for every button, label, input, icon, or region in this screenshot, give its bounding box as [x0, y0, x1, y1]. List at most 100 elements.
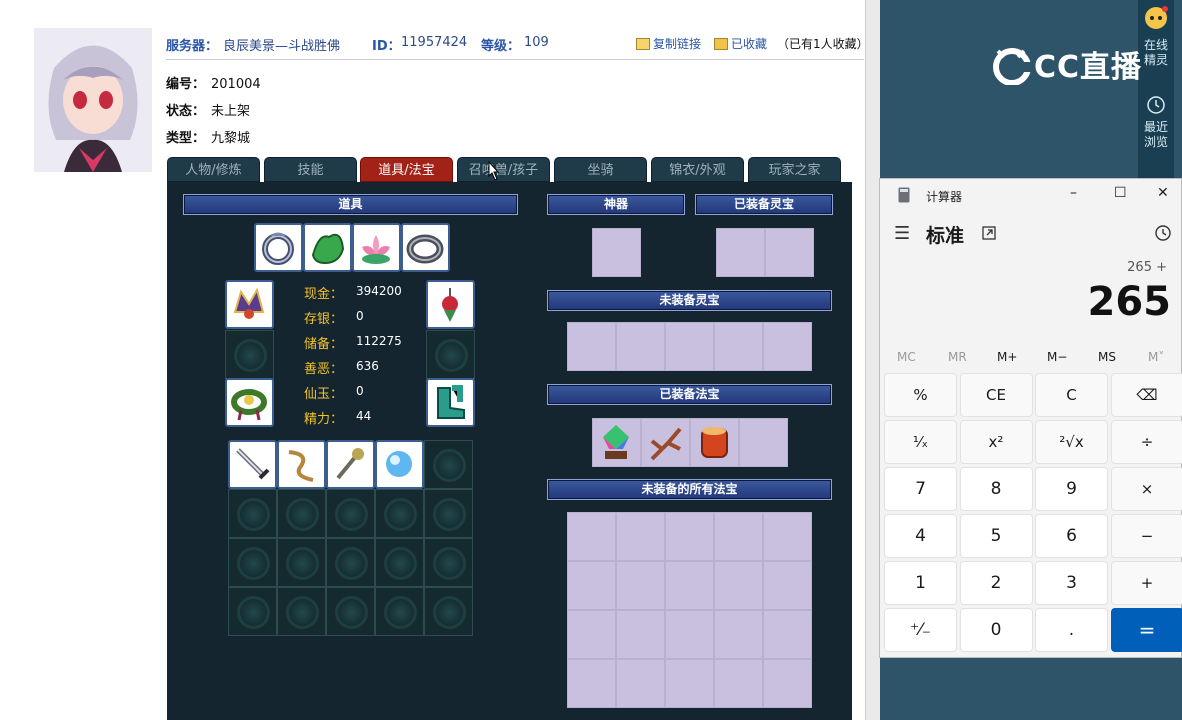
inventory-slot-empty[interactable] — [277, 587, 326, 636]
unequipped-fabao-slot[interactable] — [714, 659, 763, 708]
plus-button[interactable]: + — [1110, 561, 1182, 605]
inventory-slot-empty[interactable] — [424, 538, 473, 587]
equals-button[interactable]: = — [1110, 608, 1182, 652]
unequipped-fabao-slot[interactable] — [567, 512, 616, 561]
unequipped-fabao-slot[interactable] — [567, 659, 616, 708]
keep-on-top-icon[interactable] — [982, 226, 996, 240]
inventory-slot-empty[interactable] — [228, 538, 277, 587]
close-button[interactable]: ✕ — [1157, 185, 1169, 201]
unequipped-fabao-slot[interactable] — [616, 659, 665, 708]
unequipped-fabao-slot[interactable] — [714, 561, 763, 610]
inventory-slot-whip[interactable] — [277, 440, 326, 489]
divide-button[interactable]: ÷ — [1110, 420, 1182, 464]
digit-5-button[interactable]: 5 — [959, 514, 1033, 558]
inventory-slot-empty[interactable] — [375, 489, 424, 538]
unequipped-spirit-slot[interactable] — [567, 322, 616, 371]
inventory-slot-empty[interactable] — [326, 538, 375, 587]
inventory-slot-empty[interactable] — [424, 489, 473, 538]
clear-button[interactable]: C — [1035, 373, 1108, 417]
digit-0-button[interactable]: 0 — [959, 608, 1033, 652]
digit-4-button[interactable]: 4 — [884, 514, 957, 558]
unequipped-fabao-slot[interactable] — [714, 610, 763, 659]
tab-outfits[interactable]: 锦衣/外观 — [651, 157, 744, 182]
inventory-slot-mace[interactable] — [326, 440, 375, 489]
inventory-slot-empty[interactable] — [375, 538, 424, 587]
inventory-slot-empty[interactable] — [375, 587, 424, 636]
tab-pets-children[interactable]: 召唤兽/孩子 — [457, 157, 550, 182]
fabao-slot-crystal[interactable] — [592, 418, 641, 467]
inventory-slot-empty[interactable] — [277, 489, 326, 538]
equipped-spirit-slot-1[interactable] — [716, 228, 765, 277]
digit-1-button[interactable]: 1 — [884, 561, 957, 605]
digit-6-button[interactable]: 6 — [1035, 514, 1108, 558]
reciprocal-button[interactable]: ¹⁄ₓ — [884, 420, 957, 464]
decimal-button[interactable]: . — [1035, 608, 1108, 652]
favorite-button[interactable]: 已收藏 — [714, 35, 767, 52]
unequipped-fabao-slot[interactable] — [763, 659, 812, 708]
equip-slot-necklace[interactable] — [426, 280, 475, 329]
equip-slot-lotus[interactable] — [352, 223, 401, 272]
fabao-slot-branch[interactable] — [641, 418, 690, 467]
unequipped-spirit-slot[interactable] — [763, 322, 812, 371]
unequipped-spirit-slot[interactable] — [714, 322, 763, 371]
fabao-slot-empty[interactable] — [739, 418, 788, 467]
unequipped-spirit-slot[interactable] — [616, 322, 665, 371]
online-helper-button[interactable]: 在线精灵 — [1139, 4, 1173, 68]
memory-subtract-button[interactable]: M− — [1047, 350, 1067, 364]
menu-hamburger-icon[interactable]: ☰ — [894, 223, 910, 244]
percent-button[interactable]: % — [884, 373, 957, 417]
digit-9-button[interactable]: 9 — [1035, 467, 1108, 511]
equip-slot-helmet[interactable] — [225, 280, 274, 329]
equipped-spirit-slot-2[interactable] — [765, 228, 814, 277]
inventory-slot-empty[interactable] — [326, 489, 375, 538]
tab-player-home[interactable]: 玩家之家 — [748, 157, 841, 182]
minimize-button[interactable]: – — [1070, 185, 1077, 201]
square-root-button[interactable]: ²√x — [1035, 420, 1108, 464]
tab-mounts[interactable]: 坐骑 — [554, 157, 647, 182]
unequipped-fabao-slot[interactable] — [714, 512, 763, 561]
equip-slot-ring-3[interactable] — [401, 223, 450, 272]
unequipped-fabao-slot[interactable] — [763, 561, 812, 610]
minus-button[interactable]: − — [1110, 514, 1182, 558]
unequipped-fabao-slot[interactable] — [665, 659, 714, 708]
memory-list-button[interactable]: M˅ — [1148, 350, 1164, 364]
unequipped-fabao-slot[interactable] — [665, 561, 714, 610]
inventory-slot-dagger[interactable] — [228, 440, 277, 489]
artifact-slot[interactable] — [592, 228, 641, 277]
equip-slot-belt[interactable] — [225, 378, 274, 427]
unequipped-fabao-slot[interactable] — [665, 610, 714, 659]
unequipped-fabao-slot[interactable] — [567, 610, 616, 659]
backspace-button[interactable]: ⌫ — [1110, 373, 1182, 417]
memory-store-button[interactable]: MS — [1098, 350, 1116, 364]
page-scrollbar[interactable] — [865, 0, 880, 720]
memory-clear-button[interactable]: MC — [897, 350, 916, 364]
clear-entry-button[interactable]: CE — [959, 373, 1033, 417]
inventory-slot-empty[interactable] — [228, 587, 277, 636]
inventory-slot-empty[interactable] — [228, 489, 277, 538]
square-button[interactable]: x² — [959, 420, 1033, 464]
inventory-slot-empty[interactable] — [424, 440, 473, 489]
inventory-slot-empty[interactable] — [277, 538, 326, 587]
digit-7-button[interactable]: 7 — [884, 467, 957, 511]
negate-button[interactable]: ⁺⁄₋ — [884, 608, 957, 652]
equip-slot-empty-2[interactable] — [426, 330, 475, 379]
tab-skills[interactable]: 技能 — [264, 157, 357, 182]
unequipped-fabao-slot[interactable] — [616, 512, 665, 561]
inventory-slot-orb[interactable] — [375, 440, 424, 489]
history-icon[interactable] — [1154, 224, 1172, 242]
equip-slot-ring-1[interactable] — [254, 223, 303, 272]
unequipped-fabao-slot[interactable] — [665, 512, 714, 561]
digit-3-button[interactable]: 3 — [1035, 561, 1108, 605]
maximize-button[interactable]: ☐ — [1114, 185, 1127, 201]
digit-2-button[interactable]: 2 — [959, 561, 1033, 605]
equip-slot-boots[interactable] — [426, 378, 475, 427]
digit-8-button[interactable]: 8 — [959, 467, 1033, 511]
unequipped-spirit-slot[interactable] — [665, 322, 714, 371]
memory-recall-button[interactable]: MR — [948, 350, 967, 364]
tab-character[interactable]: 人物/修炼 — [167, 157, 260, 182]
recent-browse-button[interactable]: 最近浏览 — [1139, 94, 1173, 150]
inventory-slot-empty[interactable] — [424, 587, 473, 636]
unequipped-fabao-slot[interactable] — [763, 512, 812, 561]
unequipped-fabao-slot[interactable] — [567, 561, 616, 610]
equip-slot-empty[interactable] — [225, 330, 274, 379]
